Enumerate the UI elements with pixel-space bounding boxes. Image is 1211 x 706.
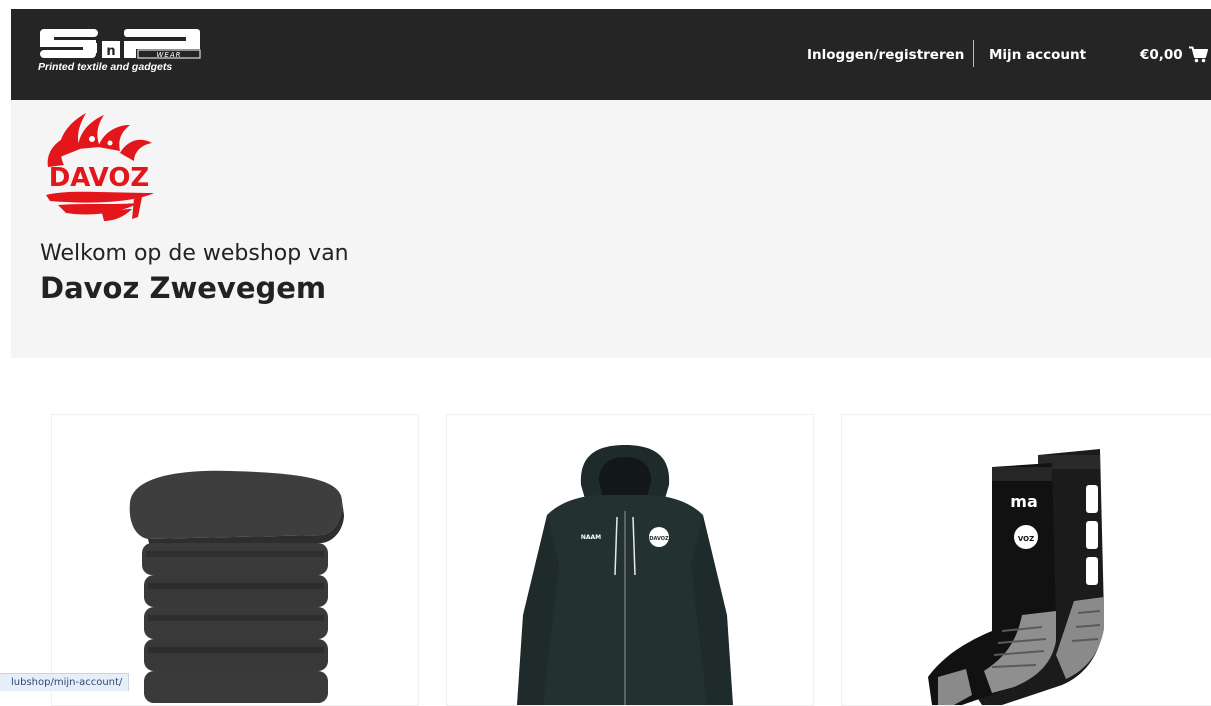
- logo-n-letter: n: [106, 44, 115, 59]
- logo-wear-text: WEAR: [157, 51, 182, 59]
- socks-brand-text: ma: [1010, 492, 1037, 511]
- davoz-club-logo: DAVOZ: [46, 113, 154, 221]
- site-header: n WEAR Printed textile and gadgets Inlog…: [11, 9, 1211, 100]
- hoodie-product-image: NAAM DAVOZ: [517, 445, 733, 705]
- product-card-hoodie[interactable]: NAAM DAVOZ: [446, 414, 814, 706]
- hero-banner: DAVOZ Welkom op de webshop van Davoz Zwe…: [11, 100, 1211, 358]
- welcome-text: Welkom op de webshop van: [40, 241, 349, 266]
- club-name-heading: Davoz Zwevegem: [40, 271, 327, 305]
- sp-logo-mark: n WEAR: [40, 29, 201, 59]
- cart-total: €0,00: [1140, 46, 1183, 63]
- product-card-towel[interactable]: [51, 414, 419, 706]
- cart-button[interactable]: €0,00: [1140, 9, 1208, 100]
- logo-tagline: Printed textile and gadgets: [38, 61, 173, 73]
- login-register-link[interactable]: Inloggen/registreren: [807, 9, 964, 100]
- hoodie-badge-text: DAVOZ: [649, 536, 669, 542]
- status-bar-url: lubshop/mijn-account/: [0, 673, 130, 691]
- my-account-link[interactable]: Mijn account: [989, 9, 1086, 100]
- socks-badge-text: VOZ: [1018, 535, 1034, 543]
- socks-product-image: ma VOZ: [928, 449, 1104, 705]
- towel-product-image: [129, 470, 344, 703]
- nav-divider: [973, 40, 974, 67]
- site-logo[interactable]: n WEAR Printed textile and gadgets: [38, 27, 203, 75]
- club-logo-text: DAVOZ: [49, 163, 150, 193]
- cart-icon: [1188, 46, 1208, 63]
- hoodie-chest-label: NAAM: [581, 534, 601, 541]
- product-card-socks[interactable]: ma VOZ: [841, 414, 1211, 706]
